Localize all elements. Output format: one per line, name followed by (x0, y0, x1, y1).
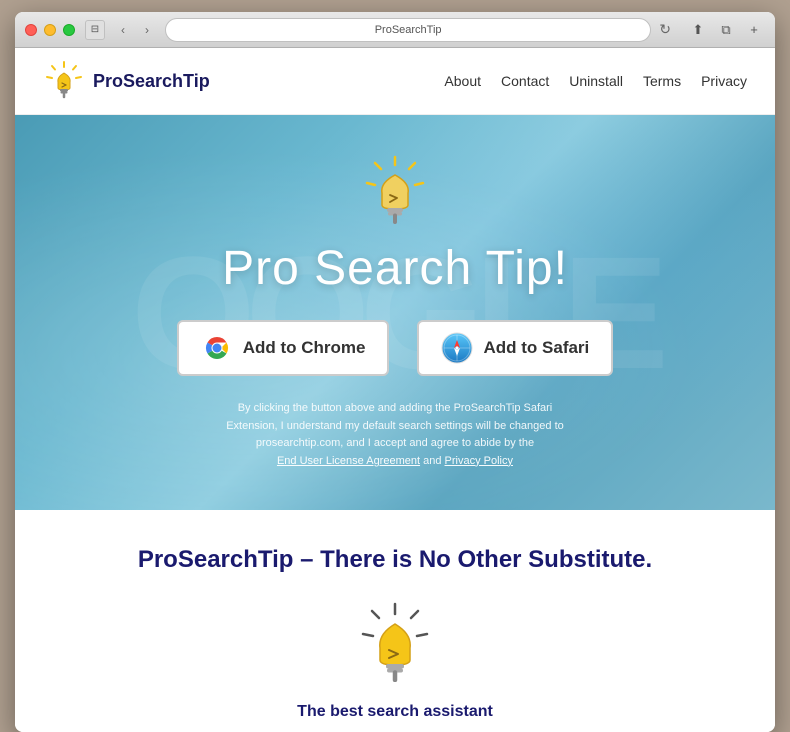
lower-title: ProSearchTip – There is No Other Substit… (55, 546, 735, 574)
lower-lightbulb-icon (355, 602, 435, 682)
browser-window: ⊟ ‹ › ProSearchTip ↻ ⬆ ⧉ + (15, 12, 775, 732)
back-button[interactable]: ‹ (113, 20, 133, 40)
eula-link[interactable]: End User License Agreement (277, 455, 420, 467)
add-to-safari-button[interactable]: Add to Safari (417, 320, 613, 376)
website-content: ProSearchTip About Contact Uninstall Ter… (15, 48, 775, 732)
minimize-button[interactable] (44, 24, 56, 36)
title-bar: ⊟ ‹ › ProSearchTip ↻ ⬆ ⧉ + (15, 12, 775, 48)
fullscreen-button[interactable] (63, 24, 75, 36)
resize-button[interactable]: ⧉ (715, 19, 737, 41)
hero-disclaimer: By clicking the button above and adding … (215, 400, 575, 470)
close-button[interactable] (25, 24, 37, 36)
chrome-button-label: Add to Chrome (243, 338, 366, 358)
address-bar[interactable]: ProSearchTip (165, 18, 651, 42)
tab-view-icon: ⊟ (91, 24, 99, 35)
nav-privacy[interactable]: Privacy (701, 73, 747, 89)
tab-view-button[interactable]: ⊟ (85, 20, 105, 40)
hero-lightbulb-icon (360, 155, 430, 225)
nav-terms[interactable]: Terms (643, 73, 681, 89)
hero-title: Pro Search Tip! (222, 241, 568, 296)
add-to-chrome-button[interactable]: Add to Chrome (177, 320, 390, 376)
toolbar-right: ⬆ ⧉ + (687, 19, 765, 41)
site-header: ProSearchTip About Contact Uninstall Ter… (15, 48, 775, 115)
lower-section: ProSearchTip – There is No Other Substit… (15, 510, 775, 732)
privacy-policy-link[interactable]: Privacy Policy (445, 455, 513, 467)
nav-about[interactable]: About (444, 73, 481, 89)
lower-subtitle: The best search assistant (55, 703, 735, 721)
nav-uninstall[interactable]: Uninstall (569, 73, 623, 89)
new-tab-button[interactable]: + (743, 19, 765, 41)
safari-icon (441, 332, 473, 364)
nav-contact[interactable]: Contact (501, 73, 549, 89)
url-text: ProSearchTip (375, 24, 442, 36)
safari-button-label: Add to Safari (483, 338, 589, 358)
hero-section: OOGLE (15, 115, 775, 510)
share-button[interactable]: ⬆ (687, 19, 709, 41)
chrome-icon (201, 332, 233, 364)
logo-icon (43, 60, 85, 102)
nav-buttons: ‹ › (113, 20, 157, 40)
hero-content: Pro Search Tip! (177, 155, 614, 470)
logo-area: ProSearchTip (43, 60, 210, 102)
forward-button[interactable]: › (137, 20, 157, 40)
refresh-button[interactable]: ↻ (659, 21, 671, 38)
site-nav: About Contact Uninstall Terms Privacy (444, 73, 747, 89)
hero-buttons: Add to Chrome (177, 320, 614, 376)
logo-text: ProSearchTip (93, 71, 210, 92)
traffic-lights (25, 24, 75, 36)
